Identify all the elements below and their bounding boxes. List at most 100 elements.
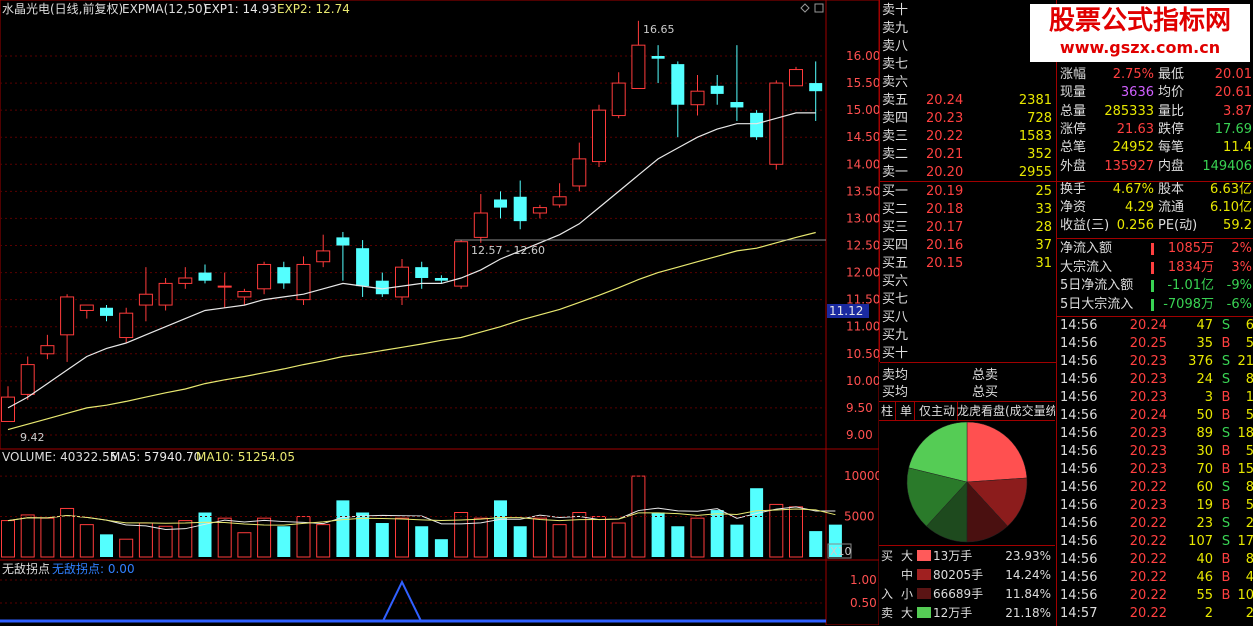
order-level-label: 卖七 bbox=[882, 57, 909, 72]
order-price: 20.15 bbox=[926, 256, 964, 271]
tick-side: S bbox=[1221, 426, 1231, 441]
flow-value: 1834万 bbox=[1167, 259, 1214, 275]
tick-price: 20.23 bbox=[1129, 462, 1167, 477]
tab-dragon-tiger[interactable]: 龙虎看盘(成交量统 bbox=[955, 402, 1055, 420]
tick-row: 14:56 20.24 47 S 6 bbox=[1057, 317, 1253, 335]
volume-bar-down bbox=[434, 539, 448, 557]
tab-single[interactable]: 单 bbox=[898, 402, 916, 420]
candle-body-down bbox=[375, 280, 389, 295]
order-book-row-sell[interactable]: 卖二 20.21 352 bbox=[880, 146, 1056, 163]
volume-tick-label: 10000 bbox=[844, 469, 879, 483]
flow-swatch bbox=[917, 607, 931, 618]
tick-count: 4 bbox=[1245, 570, 1253, 585]
tick-volume: 47 bbox=[1196, 318, 1213, 333]
tick-price: 20.23 bbox=[1129, 390, 1167, 405]
order-book-row-sell[interactable]: 卖五 20.24 2381 bbox=[880, 92, 1056, 109]
volume-bar-up bbox=[257, 517, 272, 558]
order-volume: 37 bbox=[1035, 238, 1052, 253]
flow-pct: 11.84% bbox=[1005, 587, 1051, 601]
avg-buy-label: 买均 bbox=[882, 385, 909, 400]
order-book-row-sell[interactable]: 卖一 20.20 2955 bbox=[880, 164, 1056, 181]
order-book-row-sell[interactable]: 卖六 bbox=[880, 74, 1056, 91]
flow-swatch bbox=[917, 550, 931, 561]
tick-price: 20.25 bbox=[1129, 336, 1167, 351]
candle-body-down bbox=[356, 248, 370, 287]
diamond-icon[interactable] bbox=[800, 3, 810, 13]
volume-bar-up bbox=[178, 520, 193, 558]
stat-value: 6.10亿 bbox=[1210, 200, 1252, 216]
volume-bar-up bbox=[789, 506, 803, 558]
volume-bar-up bbox=[690, 517, 705, 558]
tab-active-only[interactable]: 仅主动 bbox=[917, 402, 959, 420]
annotation-range: 12.57 - 12.60 bbox=[471, 244, 545, 257]
volume-bar-up bbox=[395, 517, 409, 558]
order-book-row-sell[interactable]: 卖三 20.22 1583 bbox=[880, 128, 1056, 145]
volume-bar-down bbox=[277, 526, 291, 557]
tick-side: B bbox=[1221, 498, 1231, 513]
tick-count: 17 bbox=[1237, 534, 1253, 549]
tick-list[interactable]: 14:56 20.24 47 S 6 14:56 20.25 35 B 5 14:5… bbox=[1056, 316, 1253, 626]
tick-side: B bbox=[1221, 462, 1231, 477]
tick-side: S bbox=[1221, 534, 1231, 549]
tick-volume: 40 bbox=[1196, 552, 1213, 567]
order-book-row-buy[interactable]: 买三 20.17 28 bbox=[880, 219, 1056, 236]
tick-price: 20.22 bbox=[1129, 588, 1167, 603]
tick-volume: 30 bbox=[1196, 444, 1213, 459]
candle-body-down bbox=[513, 196, 527, 222]
annotation-high: 16.65 bbox=[643, 23, 675, 36]
order-level-label: 卖五 bbox=[882, 93, 909, 108]
flow-indicator-bar bbox=[1151, 261, 1154, 274]
tick-count: 5 bbox=[1245, 444, 1253, 459]
tick-row: 14:56 20.22 23 S 2 bbox=[1057, 515, 1253, 533]
order-book-row-buy[interactable]: 买二 20.18 33 bbox=[880, 201, 1056, 218]
order-book-row-buy[interactable]: 买八 bbox=[880, 309, 1056, 326]
price-tick-label: 12.00 bbox=[846, 266, 879, 280]
tick-time: 14:56 bbox=[1060, 336, 1098, 351]
tick-side: B bbox=[1221, 336, 1231, 351]
tick-price: 20.23 bbox=[1129, 444, 1167, 459]
order-book-row-buy[interactable]: 买一 20.19 25 bbox=[880, 183, 1056, 200]
candle-body-down bbox=[730, 102, 744, 108]
flow-table-row: 买 大 13万手 23.93% bbox=[879, 547, 1055, 565]
stat-key: 总笔 bbox=[1060, 140, 1087, 156]
price-tick-label: 14.00 bbox=[846, 157, 879, 171]
main-chart[interactable]: 16.00 15.50 15.00 14.50 14.00 13.50 13.00 12.50… bbox=[0, 0, 879, 625]
volume-scale-label[interactable]: X10 bbox=[830, 545, 852, 558]
order-book-row-sell[interactable]: 卖四 20.23 728 bbox=[880, 110, 1056, 127]
price-tick-label: 15.50 bbox=[846, 76, 879, 90]
order-price: 20.18 bbox=[926, 202, 964, 217]
square-icon[interactable] bbox=[814, 3, 824, 13]
flow-table-row: 卖 大 12万手 21.18% bbox=[879, 604, 1055, 622]
tick-time: 14:56 bbox=[1060, 588, 1098, 603]
order-book-row-buy[interactable]: 买十 bbox=[880, 345, 1056, 362]
indicator-tick-label: 0.50 bbox=[850, 596, 877, 610]
flow-percent: -6% bbox=[1226, 296, 1252, 312]
tick-side: S bbox=[1221, 318, 1231, 333]
order-book-row-buy[interactable]: 买五 20.15 31 bbox=[880, 255, 1056, 272]
order-book-divider bbox=[880, 181, 1056, 182]
candle-body-up bbox=[217, 285, 232, 288]
candle-body-down bbox=[750, 112, 764, 138]
tick-side: S bbox=[1221, 516, 1231, 531]
capital-flow-row: 5日净流入额 -1.01亿 -9% bbox=[1057, 277, 1253, 295]
tick-side: S bbox=[1221, 372, 1231, 387]
tab-bar-chart[interactable]: 柱 bbox=[879, 402, 897, 420]
flow-volume: 66689手 bbox=[933, 587, 984, 601]
order-book-row-buy[interactable]: 买七 bbox=[880, 291, 1056, 308]
tick-row: 14:56 20.22 40 B 8 bbox=[1057, 551, 1253, 569]
tick-side: S bbox=[1221, 480, 1231, 495]
flow-value: 1085万 bbox=[1167, 241, 1214, 256]
flow-volume: 12万手 bbox=[933, 606, 973, 620]
stat-key: 量比 bbox=[1158, 103, 1185, 119]
candle-body-up bbox=[138, 293, 153, 306]
price-tick-label: 13.00 bbox=[846, 211, 879, 225]
stat-key: 内盘 bbox=[1158, 158, 1185, 174]
order-book-row-buy[interactable]: 买六 bbox=[880, 273, 1056, 290]
volume-bar-down bbox=[415, 526, 429, 557]
order-book-row-buy[interactable]: 买九 bbox=[880, 327, 1056, 344]
tick-volume: 35 bbox=[1196, 336, 1213, 351]
order-level-label: 买十 bbox=[882, 346, 909, 361]
stat-value: 24952 bbox=[1112, 140, 1154, 156]
candle-body-up bbox=[552, 196, 567, 206]
order-book-row-buy[interactable]: 买四 20.16 37 bbox=[880, 237, 1056, 254]
